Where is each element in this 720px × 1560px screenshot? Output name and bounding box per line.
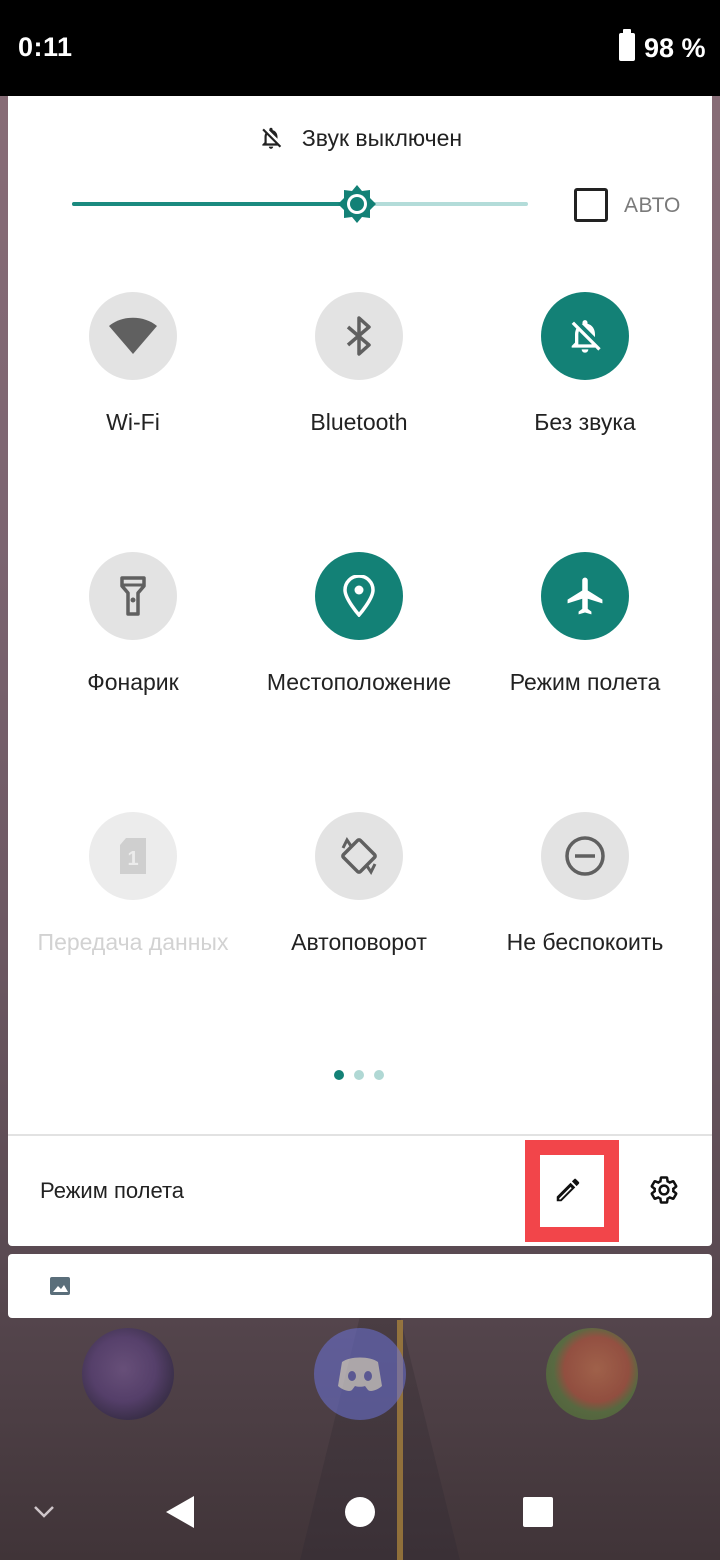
auto-rotate-icon: [341, 837, 377, 875]
wifi-icon: [109, 317, 157, 354]
tile-bluetooth-label: Bluetooth: [310, 409, 408, 435]
game-app-icon[interactable]: [546, 1328, 638, 1420]
tile-wifi-button[interactable]: [89, 292, 177, 380]
pencil-icon: [556, 1178, 580, 1202]
tile-mobile-data-button[interactable]: 1: [89, 812, 177, 900]
tile-auto-rotate-button[interactable]: [315, 812, 403, 900]
tile-mobile-data-label: Передача данных: [37, 929, 229, 955]
gear-icon: [650, 1176, 678, 1204]
footer-label: Режим полета: [40, 1178, 185, 1203]
tile-do-not-disturb[interactable]: Не беспокоить: [472, 812, 698, 1012]
tile-auto-rotate[interactable]: Автоповорот: [246, 812, 472, 1012]
do-not-disturb-icon: [565, 836, 605, 876]
auto-brightness-label: АВТО: [624, 194, 681, 217]
image-icon: [50, 1277, 70, 1295]
airplane-icon: [567, 577, 603, 615]
battery-icon: [619, 29, 635, 61]
discord-app-icon[interactable]: [314, 1328, 406, 1420]
bell-off-icon: [571, 320, 601, 353]
sound-status-text: Звук выключен: [301, 124, 463, 151]
brightness-slider-fill: [72, 202, 357, 206]
navigation-bar: [0, 1460, 720, 1560]
footer-divider: [8, 1134, 712, 1136]
chevron-down-icon[interactable]: [30, 1498, 58, 1526]
notification-card[interactable]: [8, 1254, 712, 1318]
location-pin-icon: [343, 575, 375, 617]
tile-airplane-mode[interactable]: Режим полета: [472, 552, 698, 752]
tile-silent-label: Без звука: [534, 409, 636, 435]
page-dot-1: [334, 1070, 344, 1080]
page-dot-3: [374, 1070, 384, 1080]
edit-button[interactable]: [544, 1174, 592, 1206]
tile-do-not-disturb-label: Не беспокоить: [506, 929, 664, 955]
tile-airplane-mode-label: Режим полета: [509, 669, 661, 695]
recent-apps-icon[interactable]: [523, 1497, 553, 1527]
sim-card-icon: 1: [120, 838, 146, 874]
status-time: 0:11: [18, 32, 73, 62]
tile-airplane-mode-button[interactable]: [541, 552, 629, 640]
sound-status-header: Звук выключен: [8, 118, 712, 158]
tile-location-button[interactable]: [315, 552, 403, 640]
bluetooth-icon: [346, 316, 371, 356]
brightness-slider[interactable]: [72, 184, 528, 224]
quick-settings-panel: Звук выключен АВТО Wi-Fi Bluetooth Без з…: [8, 96, 712, 1246]
discord-logo-icon: [338, 1357, 382, 1391]
flashlight-icon: [120, 576, 146, 616]
page-dot-2: [354, 1070, 364, 1080]
tile-bluetooth[interactable]: Bluetooth: [246, 292, 472, 492]
back-icon[interactable]: [164, 1494, 196, 1530]
svg-text:1: 1: [127, 848, 138, 870]
battery-percentage: 98 %: [644, 33, 706, 63]
tile-silent-button[interactable]: [541, 292, 629, 380]
tile-location-label: Местоположение: [266, 669, 452, 695]
auto-brightness-checkbox[interactable]: [574, 188, 608, 222]
tile-silent[interactable]: Без звука: [472, 292, 698, 492]
tile-flashlight-label: Фонарик: [87, 669, 179, 695]
tile-mobile-data[interactable]: 1 Передача данных: [20, 812, 246, 1012]
status-bar: 0:11 98 %: [0, 0, 720, 96]
tile-flashlight[interactable]: Фонарик: [20, 552, 246, 752]
tile-location[interactable]: Местоположение: [246, 552, 472, 752]
page-indicator: [334, 1070, 384, 1080]
bell-off-icon: [262, 127, 282, 149]
brightness-sun-icon[interactable]: [337, 184, 377, 224]
firefox-app-icon[interactable]: [82, 1328, 174, 1420]
settings-button[interactable]: [644, 1172, 684, 1208]
tile-wifi[interactable]: Wi-Fi: [20, 292, 246, 492]
home-icon[interactable]: [345, 1497, 375, 1527]
tile-bluetooth-button[interactable]: [315, 292, 403, 380]
tile-do-not-disturb-button[interactable]: [541, 812, 629, 900]
tile-flashlight-button[interactable]: [89, 552, 177, 640]
tile-auto-rotate-label: Автоповорот: [291, 929, 427, 955]
tile-wifi-label: Wi-Fi: [106, 409, 160, 435]
